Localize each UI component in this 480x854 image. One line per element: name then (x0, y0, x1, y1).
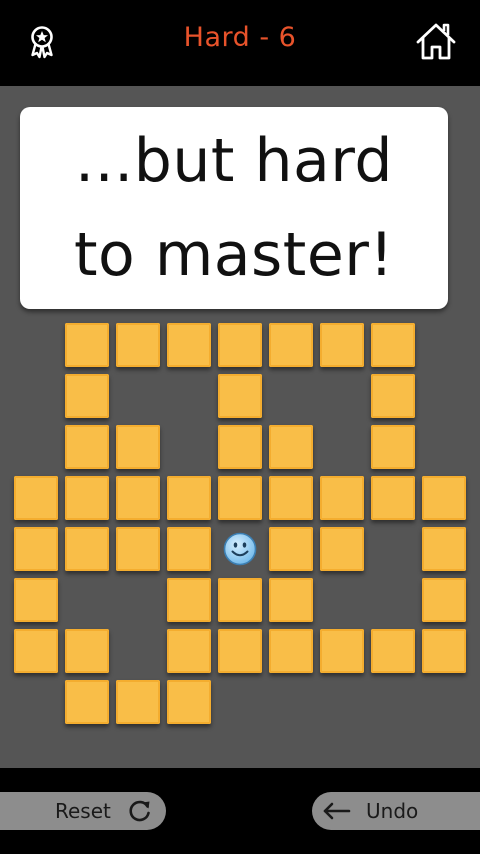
tile[interactable] (371, 374, 415, 418)
tile[interactable] (218, 578, 262, 622)
tile[interactable] (14, 476, 58, 520)
tile[interactable] (65, 374, 109, 418)
smiley-face-icon[interactable] (223, 532, 257, 566)
tile[interactable] (65, 680, 109, 724)
top-bar: Hard - 6 (0, 0, 480, 86)
undo-label: Undo (366, 799, 419, 823)
tile[interactable] (371, 476, 415, 520)
tile[interactable] (65, 629, 109, 673)
tile[interactable] (218, 323, 262, 367)
tile[interactable] (167, 578, 211, 622)
tile[interactable] (167, 476, 211, 520)
tile[interactable] (65, 476, 109, 520)
tile[interactable] (320, 323, 364, 367)
tile[interactable] (269, 425, 313, 469)
tile[interactable] (116, 680, 160, 724)
tile[interactable] (371, 425, 415, 469)
tile[interactable] (422, 578, 466, 622)
tile[interactable] (371, 629, 415, 673)
bottom-bar: Reset Undo (0, 768, 480, 854)
tile[interactable] (269, 527, 313, 571)
tile[interactable] (269, 323, 313, 367)
tile[interactable] (269, 476, 313, 520)
tile[interactable] (116, 476, 160, 520)
refresh-icon (129, 800, 150, 822)
tile[interactable] (218, 374, 262, 418)
tile[interactable] (269, 578, 313, 622)
tile-grid (0, 86, 480, 768)
tile[interactable] (218, 629, 262, 673)
tile[interactable] (269, 629, 313, 673)
tile[interactable] (218, 476, 262, 520)
tile[interactable] (320, 629, 364, 673)
reset-button[interactable]: Reset (0, 792, 166, 830)
tile[interactable] (422, 527, 466, 571)
tile[interactable] (371, 323, 415, 367)
tile[interactable] (167, 323, 211, 367)
undo-button[interactable]: Undo (312, 792, 480, 830)
level-title: Hard - 6 (183, 22, 297, 53)
tile[interactable] (320, 527, 364, 571)
tile[interactable] (65, 323, 109, 367)
arrow-left-icon (323, 802, 351, 820)
tile[interactable] (218, 425, 262, 469)
tile[interactable] (116, 425, 160, 469)
tile[interactable] (422, 629, 466, 673)
tile[interactable] (14, 629, 58, 673)
tile[interactable] (14, 527, 58, 571)
tile[interactable] (65, 425, 109, 469)
tile[interactable] (320, 476, 364, 520)
home-icon[interactable] (414, 20, 458, 64)
tile[interactable] (14, 578, 58, 622)
tile[interactable] (116, 527, 160, 571)
tile[interactable] (167, 629, 211, 673)
tile[interactable] (116, 323, 160, 367)
tile[interactable] (65, 527, 109, 571)
tile[interactable] (422, 476, 466, 520)
tile[interactable] (167, 680, 211, 724)
tile[interactable] (167, 527, 211, 571)
reset-label: Reset (55, 799, 111, 823)
game-board: ...but hard to master! (0, 86, 480, 768)
